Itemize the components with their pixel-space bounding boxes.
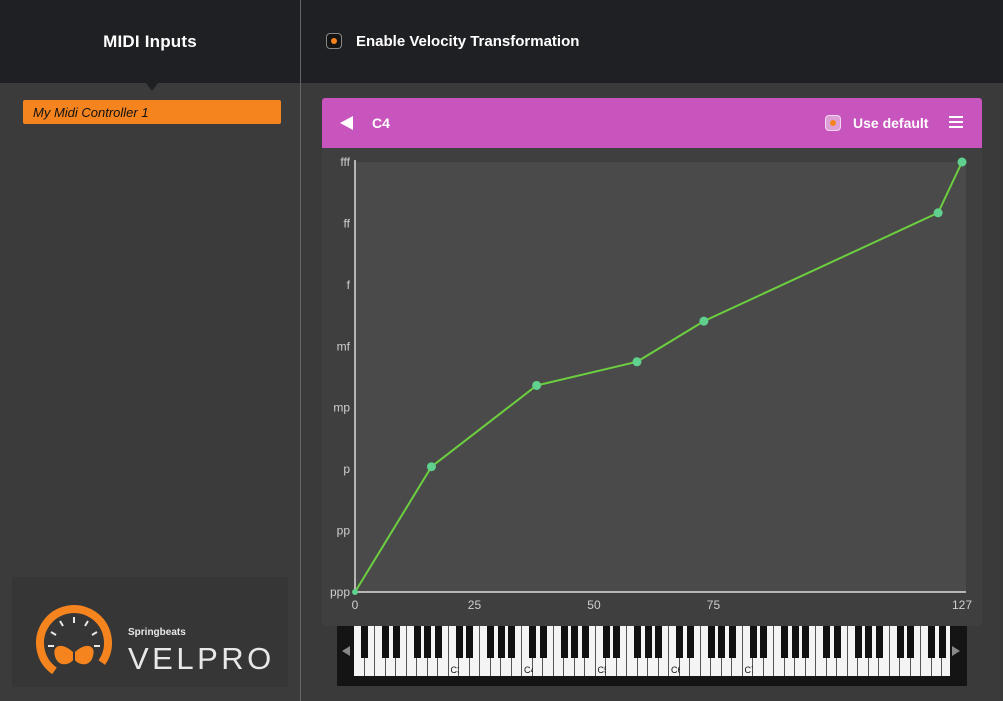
- black-key[interactable]: [529, 626, 536, 658]
- black-key[interactable]: [823, 626, 830, 658]
- black-key[interactable]: [854, 626, 862, 658]
- black-key[interactable]: [728, 626, 736, 658]
- x-tick-label: 127: [952, 598, 972, 612]
- black-key[interactable]: [928, 626, 935, 658]
- black-key[interactable]: [508, 626, 515, 658]
- curve-control-point[interactable]: [957, 157, 967, 167]
- black-key[interactable]: [896, 626, 904, 658]
- app-window: MIDI Inputs My Midi Controller 1 Springb…: [0, 0, 1003, 701]
- black-key[interactable]: [781, 626, 788, 658]
- black-key[interactable]: [539, 626, 547, 658]
- x-tick-label: 25: [468, 598, 482, 612]
- black-key[interactable]: [424, 626, 431, 658]
- sidebar-title: MIDI Inputs: [103, 31, 197, 51]
- velocity-curve-chart[interactable]: ppppppmpmfffffff 0 25 50 75 127: [322, 148, 982, 626]
- black-key[interactable]: [382, 626, 389, 658]
- x-tick-label: 75: [707, 598, 721, 612]
- black-key[interactable]: [760, 626, 767, 658]
- y-tick-label: p: [343, 462, 350, 476]
- velocity-curve-card: C4 Use default ppp pp p mp mf f ff fff 0 25 50 75 1…: [322, 98, 982, 626]
- keyboard-scroll-left-icon[interactable]: [342, 646, 350, 656]
- black-key[interactable]: [802, 626, 809, 658]
- sidebar: MIDI Inputs My Midi Controller 1 Springb…: [0, 0, 301, 701]
- curve-control-point[interactable]: [699, 316, 709, 326]
- enable-velocity-label: Enable Velocity Transformation: [356, 33, 580, 50]
- keyboard-scroll-right-icon[interactable]: [952, 646, 960, 656]
- sidebar-caret-icon: [146, 83, 158, 91]
- midi-device-label: My Midi Controller 1: [33, 104, 149, 120]
- y-tick-label: mf: [337, 339, 351, 353]
- black-key[interactable]: [434, 626, 442, 658]
- y-tick-label: f: [347, 278, 351, 292]
- black-key[interactable]: [655, 626, 662, 658]
- black-key[interactable]: [707, 626, 715, 658]
- black-key[interactable]: [361, 626, 368, 658]
- sidebar-header: MIDI Inputs: [0, 0, 300, 83]
- curve-control-point[interactable]: [933, 208, 943, 218]
- use-default-toggle[interactable]: [825, 115, 841, 131]
- back-arrow-icon[interactable]: [340, 116, 353, 130]
- black-key[interactable]: [602, 626, 610, 658]
- use-default-label: Use default: [853, 115, 929, 131]
- note-label: C4: [372, 115, 390, 131]
- brand-company: Springbeats: [128, 627, 186, 638]
- black-key[interactable]: [613, 626, 620, 658]
- black-key[interactable]: [833, 626, 841, 658]
- main-header: Enable Velocity Transformation: [301, 0, 1003, 83]
- black-key[interactable]: [676, 626, 683, 658]
- y-tick-label: ff: [344, 216, 351, 230]
- plot-area: [355, 162, 966, 592]
- black-key[interactable]: [466, 626, 473, 658]
- black-key[interactable]: [497, 626, 505, 658]
- black-key[interactable]: [865, 626, 872, 658]
- y-tick-label: ppp: [330, 585, 350, 599]
- y-tick-label: pp: [337, 524, 351, 538]
- midi-device-item[interactable]: My Midi Controller 1: [23, 100, 281, 124]
- piano-keyboard[interactable]: C3 C4 C5 C6 C7: [337, 626, 967, 686]
- black-key[interactable]: [571, 626, 578, 658]
- black-key[interactable]: [938, 626, 946, 658]
- x-tick-label: 50: [587, 598, 601, 612]
- curve-control-point[interactable]: [352, 589, 358, 595]
- butterfly-gauge-icon: [36, 605, 113, 681]
- black-key[interactable]: [560, 626, 568, 658]
- black-key[interactable]: [413, 626, 421, 658]
- brand-product: VELPRO: [128, 641, 275, 676]
- black-key[interactable]: [644, 626, 652, 658]
- y-tick-label: mp: [333, 401, 350, 415]
- black-key[interactable]: [392, 626, 400, 658]
- black-key[interactable]: [791, 626, 799, 658]
- black-key[interactable]: [455, 626, 463, 658]
- black-key[interactable]: [581, 626, 589, 658]
- brand-area: Springbeats VELPRO: [12, 577, 288, 687]
- card-header: C4 Use default: [322, 98, 982, 148]
- curve-control-point[interactable]: [426, 462, 436, 472]
- black-key[interactable]: [749, 626, 757, 658]
- hamburger-menu-icon[interactable]: [949, 116, 963, 128]
- black-key[interactable]: [907, 626, 914, 658]
- black-key[interactable]: [634, 626, 641, 658]
- curve-control-point[interactable]: [632, 357, 642, 367]
- black-key[interactable]: [487, 626, 494, 658]
- black-key[interactable]: [686, 626, 694, 658]
- black-key[interactable]: [718, 626, 725, 658]
- y-tick-label: fff: [340, 155, 350, 169]
- black-key[interactable]: [875, 626, 883, 658]
- piano-keys: C3 C4 C5 C6 C7: [354, 626, 950, 676]
- curve-control-point[interactable]: [532, 380, 542, 390]
- enable-velocity-toggle[interactable]: [326, 33, 342, 49]
- x-tick-label: 0: [352, 598, 359, 612]
